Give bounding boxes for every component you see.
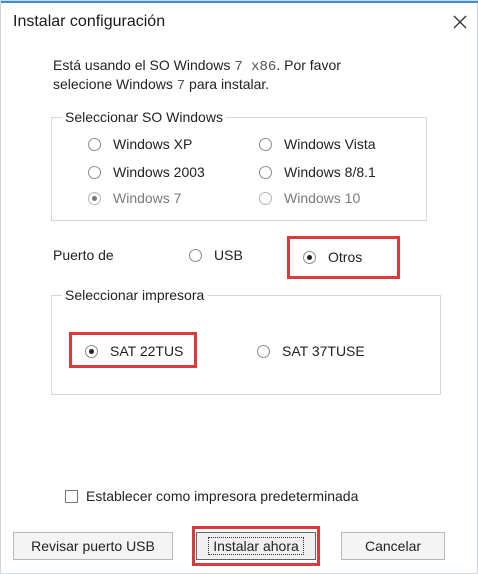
os-select-group: Seleccionar SO Windows Windows XP Window… — [51, 109, 427, 221]
button-label: Instalar ahora — [208, 537, 304, 555]
radio-windows-xp[interactable]: Windows XP — [88, 136, 192, 152]
radio-port-otros[interactable]: Otros — [303, 249, 362, 265]
radio-label: Windows 2003 — [113, 164, 205, 180]
message-text: para instalar. — [189, 76, 270, 92]
port-label: Puerto de — [53, 247, 114, 263]
cancel-button[interactable]: Cancelar — [341, 532, 445, 560]
os-message-line2: selecione Windows 7 para instalar. — [53, 76, 341, 95]
check-usb-button[interactable]: Revisar puerto USB — [13, 532, 173, 560]
message-text: . Por favor — [276, 57, 341, 73]
radio-circle-checked — [85, 344, 98, 358]
os-group-label: Seleccionar SO Windows — [62, 109, 226, 125]
radio-label: SAT 37TUSE — [282, 343, 365, 359]
window-title: Instalar configuración — [13, 13, 166, 30]
radio-circle — [259, 191, 272, 205]
close-icon[interactable] — [449, 11, 471, 33]
checkbox-box — [65, 489, 78, 503]
required-os: 7 — [176, 78, 186, 94]
checkbox-label: Establecer como impresora predeterminada — [86, 488, 359, 504]
radio-circle — [189, 248, 202, 262]
radio-label: Windows 10 — [284, 190, 361, 206]
install-now-button[interactable]: Instalar ahora — [196, 532, 316, 560]
radio-label: USB — [214, 247, 243, 263]
radio-windows-8[interactable]: Windows 8/8.1 — [259, 164, 376, 180]
radio-label: SAT 22TUS — [110, 343, 184, 359]
radio-printer-sat22tus[interactable]: SAT 22TUS — [85, 343, 183, 359]
radio-label: Windows 7 — [113, 190, 182, 206]
radio-circle — [259, 137, 272, 151]
radio-circle — [259, 165, 272, 179]
radio-windows-vista[interactable]: Windows Vista — [259, 136, 376, 152]
button-label: Cancelar — [364, 538, 422, 554]
title-bar: Instalar configuración — [1, 3, 478, 37]
message-text: selecione Windows — [53, 76, 173, 92]
radio-circle — [88, 165, 101, 179]
button-label: Revisar puerto USB — [31, 538, 155, 554]
radio-circle-checked — [303, 250, 316, 264]
radio-port-usb[interactable]: USB — [189, 247, 243, 263]
radio-label: Windows 8/8.1 — [284, 164, 376, 180]
radio-circle — [88, 137, 101, 151]
radio-circle — [257, 344, 270, 358]
default-printer-checkbox[interactable]: Establecer como impresora predeterminada — [65, 488, 358, 504]
radio-windows-2003[interactable]: Windows 2003 — [88, 164, 205, 180]
os-message: Está usando el SO Windows 7 x86. Por fav… — [53, 57, 341, 95]
detected-os: 7 x86 — [234, 59, 277, 75]
radio-windows-7[interactable]: Windows 7 — [88, 190, 181, 206]
radio-printer-sat37tuse[interactable]: SAT 37TUSE — [257, 343, 365, 359]
printer-group-label: Seleccionar impresora — [62, 287, 208, 303]
radio-circle-checked — [88, 191, 101, 205]
install-config-dialog: Instalar configuración Está usando el SO… — [0, 0, 478, 574]
os-message-line1: Está usando el SO Windows 7 x86. Por fav… — [53, 57, 341, 76]
radio-label: Otros — [328, 249, 363, 265]
message-text: Está usando el SO Windows — [53, 57, 231, 73]
radio-label: Windows Vista — [284, 136, 376, 152]
radio-windows-10[interactable]: Windows 10 — [259, 190, 360, 206]
radio-label: Windows XP — [113, 136, 193, 152]
